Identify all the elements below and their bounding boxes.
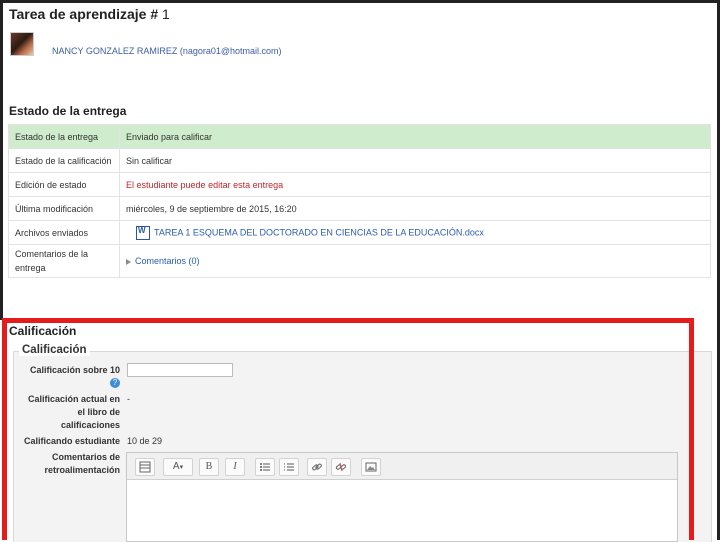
- table-row: Última modificación miércoles, 9 de sept…: [8, 196, 711, 221]
- row-label: Comentarios de la entrega: [8, 244, 120, 278]
- row-label: Estado de la entrega: [8, 124, 120, 149]
- highlight-rectangle: [2, 318, 694, 540]
- submission-status-heading: Estado de la entrega: [9, 104, 127, 118]
- submission-status-table: Estado de la entrega Enviado para califi…: [8, 124, 711, 278]
- grading-state-value: Sin calificar: [119, 148, 711, 173]
- table-row: Estado de la entrega Enviado para califi…: [8, 124, 711, 149]
- page-title-text: Tarea de aprendizaje #: [9, 6, 159, 22]
- table-row: Estado de la calificación Sin calificar: [8, 148, 711, 173]
- submitted-files-cell: W TAREA 1 ESQUEMA DEL DOCTORADO EN CIENCI…: [119, 220, 711, 245]
- row-label: Estado de la calificación: [8, 148, 120, 173]
- avatar[interactable]: [10, 32, 34, 56]
- page-title-number: 1: [162, 6, 170, 22]
- edit-state-value: El estudiante puede editar esta entrega: [119, 172, 711, 197]
- student-name-link[interactable]: NANCY GONZALEZ RAMIREZ (nagora01@hotmail…: [52, 46, 282, 56]
- word-document-icon: W: [136, 225, 150, 240]
- submitted-file-link[interactable]: TAREA 1 ESQUEMA DEL DOCTORADO EN CIENCIA…: [154, 227, 484, 237]
- last-modified-value: miércoles, 9 de septiembre de 2015, 16:2…: [119, 196, 711, 221]
- submission-state-value: Enviado para calificar: [119, 124, 711, 149]
- expand-triangle-icon[interactable]: [126, 258, 131, 265]
- row-label: Edición de estado: [8, 172, 120, 197]
- table-row: Comentarios de la entrega Comentarios (0…: [8, 244, 711, 278]
- table-row: Archivos enviados W TAREA 1 ESQUEMA DEL D…: [8, 220, 711, 245]
- table-row: Edición de estado El estudiante puede ed…: [8, 172, 711, 197]
- submission-comments-cell: Comentarios (0): [119, 244, 711, 278]
- top-border: [0, 0, 720, 3]
- comments-link[interactable]: Comentarios (0): [135, 256, 200, 266]
- left-border: [0, 0, 3, 320]
- page-title: Tarea de aprendizaje # 1: [9, 6, 170, 22]
- row-label: Última modificación: [8, 196, 120, 221]
- row-label: Archivos enviados: [8, 220, 120, 245]
